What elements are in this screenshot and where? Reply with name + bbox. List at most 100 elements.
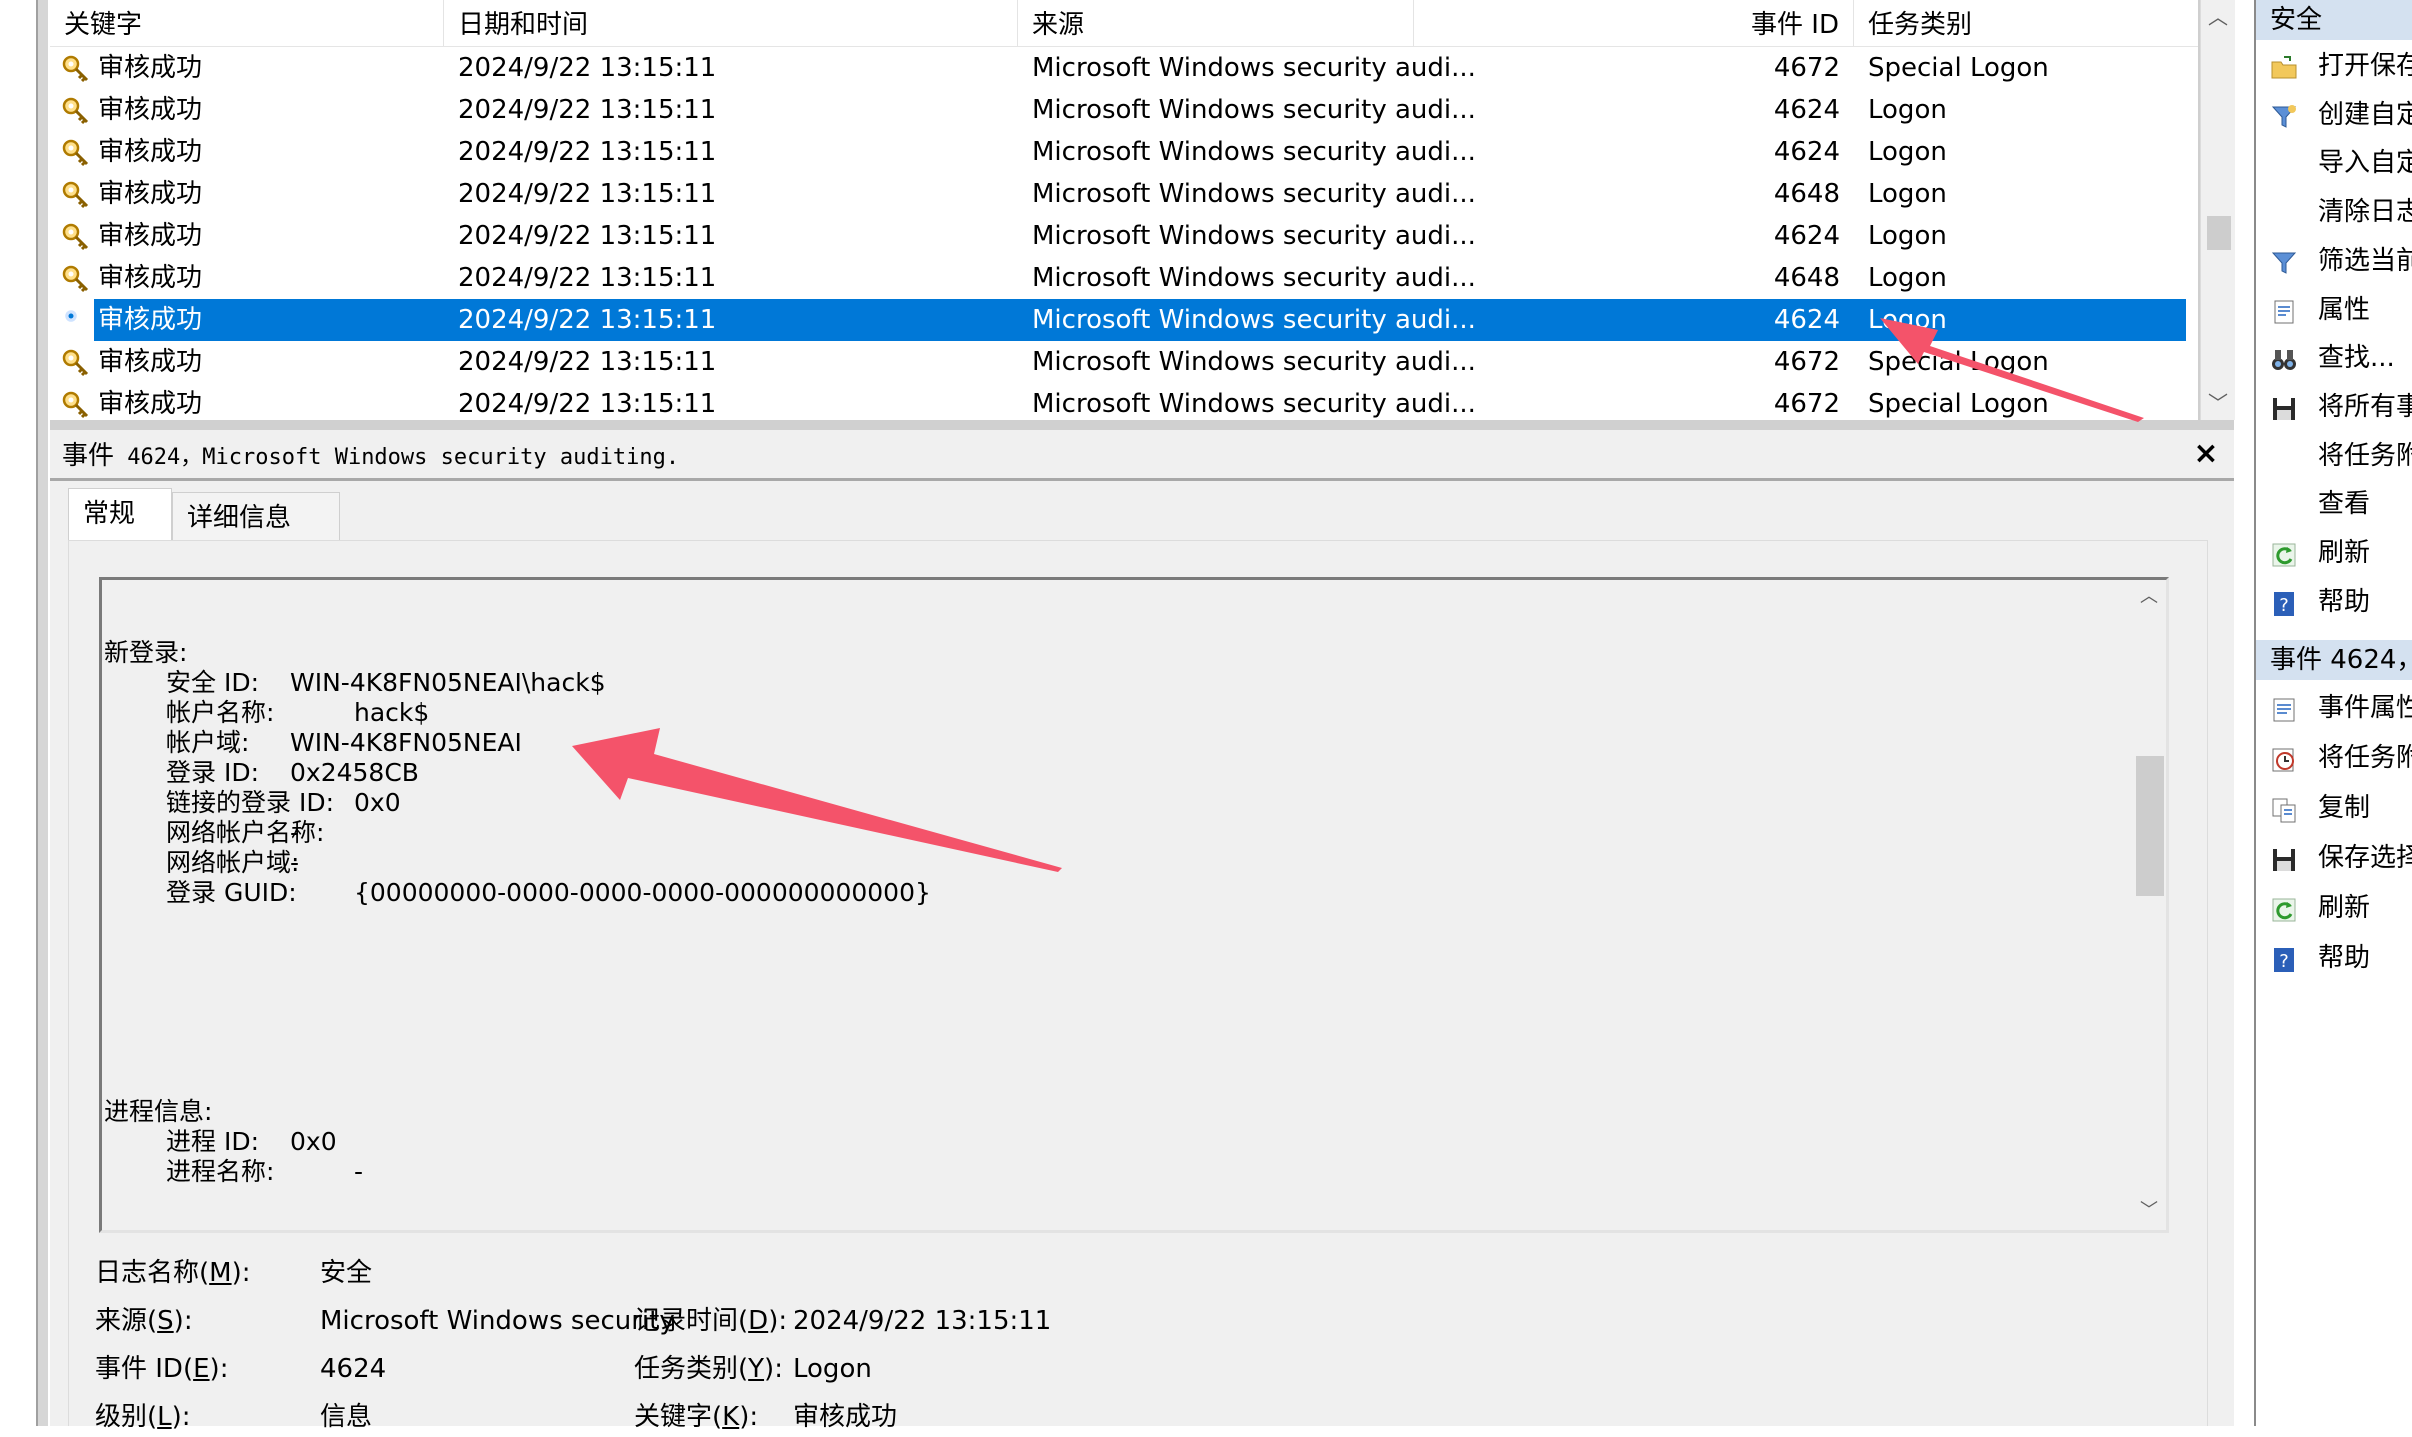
cell-keyword: 审核成功 <box>98 221 203 251</box>
security-id-value: WIN-4K8FN05NEAI\hack$ <box>290 668 606 697</box>
cell-event-id: 4624 <box>1773 95 1840 125</box>
scroll-up-icon[interactable]: ︿ <box>2132 580 2166 614</box>
action-item-label: 属性 <box>2318 294 2371 325</box>
refresh-icon <box>2270 539 2298 567</box>
action-item[interactable]: 刷新 <box>2256 531 2412 575</box>
logged-label: 记录时间(D): <box>634 1306 788 1336</box>
audit-success-key-icon <box>60 53 90 83</box>
action-item[interactable]: 将任务附加到此事件... <box>2256 736 2412 780</box>
action-item[interactable]: ? 帮助 <box>2256 580 2412 624</box>
action-item-label: 打开保存的日志... <box>2318 51 2412 81</box>
close-icon[interactable]: × <box>2188 436 2224 472</box>
column-header-source[interactable]: 来源 <box>1018 0 1414 46</box>
process-name-label: 进程名称: <box>166 1157 275 1186</box>
cell-datetime: 2024/9/22 13:15:11 <box>458 179 717 209</box>
actions-section-security[interactable]: 安全 <box>2256 0 2412 40</box>
tab-general[interactable]: 常规 <box>68 488 172 542</box>
scrollbar-thumb[interactable] <box>2207 216 2231 250</box>
logon-id-value: 0x2458CB <box>290 758 419 787</box>
scroll-down-icon[interactable]: ﹀ <box>2132 1194 2166 1228</box>
description-scrollbar[interactable]: ︿ ﹀ <box>2132 580 2166 1230</box>
action-item-label: 事件属性 <box>2318 693 2412 723</box>
cell-source: Microsoft Windows security audi... <box>1032 305 1476 335</box>
action-item[interactable]: 属性 <box>2256 288 2412 332</box>
cell-keyword: 审核成功 <box>98 305 203 335</box>
action-item[interactable]: 筛选当前日志... <box>2256 239 2412 283</box>
action-item[interactable]: 将任务附加到此日志... <box>2256 434 2412 478</box>
action-item[interactable]: 清除日志... <box>2256 190 2412 234</box>
logon-guid-value: {00000000-0000-0000-0000-000000000000} <box>354 878 931 907</box>
audit-success-key-icon <box>60 347 90 377</box>
refresh-icon <box>2270 894 2298 922</box>
cell-datetime: 2024/9/22 13:15:11 <box>458 389 717 419</box>
column-header-task-category[interactable]: 任务类别 <box>1854 0 2198 46</box>
action-item[interactable]: 将所有事件另存为... <box>2256 385 2412 429</box>
audit-success-key-icon <box>60 95 90 125</box>
event-id-label: 事件 ID(E): <box>95 1354 229 1384</box>
table-row[interactable]: 审核成功 2024/9/22 13:15:11 Microsoft Windows … <box>50 131 2198 173</box>
detail-title-text: 4624，Microsoft Windows security auditing… <box>127 445 680 470</box>
scroll-up-icon[interactable]: ︿ <box>2201 0 2235 34</box>
cell-source: Microsoft Windows security audi... <box>1032 389 1476 419</box>
cell-keyword: 审核成功 <box>98 347 203 377</box>
table-row[interactable]: 审核成功 2024/9/22 13:15:11 Microsoft Windows … <box>50 257 2198 299</box>
column-header-datetime[interactable]: 日期和时间 <box>444 0 1018 46</box>
cell-source: Microsoft Windows security audi... <box>1032 95 1476 125</box>
event-description-box[interactable]: 新登录: 安全 ID: WIN-4K8FN05NEAI\hack$ 帐户名称: hac… <box>99 577 2169 1233</box>
cell-source: Microsoft Windows security audi... <box>1032 263 1476 293</box>
filter-create-icon <box>2270 101 2298 129</box>
process-name-value: - <box>354 1157 364 1186</box>
column-header-event-id[interactable]: 事件 ID <box>1414 0 1854 46</box>
action-item-label: 保存选择的事件... <box>2318 843 2412 873</box>
account-name-label: 帐户名称: <box>166 698 275 727</box>
action-item[interactable]: 创建自定义视图... <box>2256 93 2412 137</box>
table-row[interactable]: 审核成功 2024/9/22 13:15:11 Microsoft Windows … <box>50 341 2198 383</box>
action-item-label: 帮助 <box>2318 943 2371 973</box>
actions-section-event[interactable]: 事件 4624，Microsoft Windows security audit… <box>2256 640 2412 680</box>
table-row[interactable]: 审核成功 2024/9/22 13:15:11 Microsoft Windows … <box>50 47 2198 89</box>
scroll-down-icon[interactable]: ﹀ <box>2201 386 2235 420</box>
tab-details[interactable]: 详细信息 <box>172 492 340 540</box>
table-row[interactable]: 审核成功 2024/9/22 13:15:11 Microsoft Windows … <box>50 173 2198 215</box>
action-item[interactable]: 事件属性 <box>2256 686 2412 730</box>
action-item-label: 将所有事件另存为... <box>2318 391 2412 422</box>
scrollbar-thumb[interactable] <box>2136 756 2164 896</box>
network-account-name-value: - <box>290 818 300 847</box>
cell-category: Special Logon <box>1868 389 2049 419</box>
action-item-label: 导入自定义视图... <box>2318 148 2412 179</box>
account-domain-label: 帐户域: <box>166 728 250 757</box>
table-row[interactable]: 审核成功 2024/9/22 13:15:11 Microsoft Windows … <box>50 89 2198 131</box>
action-item[interactable]: 查找... <box>2256 336 2412 380</box>
action-item[interactable]: ? 帮助 <box>2256 936 2412 980</box>
event-id-value: 4624 <box>320 1354 387 1384</box>
cell-datetime: 2024/9/22 13:15:11 <box>458 347 717 377</box>
cell-datetime: 2024/9/22 13:15:11 <box>458 137 717 167</box>
column-header-keyword[interactable]: 关键字 <box>50 0 444 46</box>
keywords-label: 关键字(K): <box>634 1402 759 1432</box>
linked-logon-id-value: 0x0 <box>354 788 401 817</box>
pane-splitter[interactable] <box>50 420 2234 430</box>
event-list-scrollbar[interactable]: ︿ ﹀ <box>2200 0 2235 420</box>
linked-logon-id-label: 链接的登录 ID: <box>166 788 334 817</box>
table-row[interactable]: 审核成功 2024/9/22 13:15:11 Microsoft Windows … <box>50 383 2198 420</box>
left-pane-border[interactable] <box>36 0 48 1426</box>
properties-icon <box>2270 296 2298 324</box>
table-row[interactable]: 审核成功 2024/9/22 13:15:11 Microsoft Windows … <box>62 299 2186 341</box>
audit-success-key-icon <box>60 263 90 293</box>
action-item[interactable]: 打开保存的日志... <box>2256 44 2412 88</box>
table-row[interactable]: 审核成功 2024/9/22 13:15:11 Microsoft Windows … <box>50 215 2198 257</box>
actions-pane-gap <box>2236 0 2254 1426</box>
cell-category: Logon <box>1868 95 1947 125</box>
action-item[interactable]: 刷新 <box>2256 886 2412 930</box>
cell-keyword: 审核成功 <box>98 95 203 125</box>
audit-success-key-icon <box>60 179 90 209</box>
account-domain-value: WIN-4K8FN05NEAI <box>290 728 522 757</box>
action-item[interactable]: 保存选择的事件... <box>2256 836 2412 880</box>
action-item[interactable]: 查看 <box>2256 482 2412 526</box>
cell-category: Special Logon <box>1868 53 2049 83</box>
action-item[interactable]: 复制 <box>2256 786 2412 830</box>
logon-id-label: 登录 ID: <box>166 758 259 787</box>
action-item[interactable]: 导入自定义视图... <box>2256 141 2412 185</box>
event-list[interactable]: 关键字 日期和时间 来源 事件 ID 任务类别 审核成功 2024/9/22 13… <box>50 0 2200 420</box>
cell-source: Microsoft Windows security audi... <box>1032 221 1476 251</box>
